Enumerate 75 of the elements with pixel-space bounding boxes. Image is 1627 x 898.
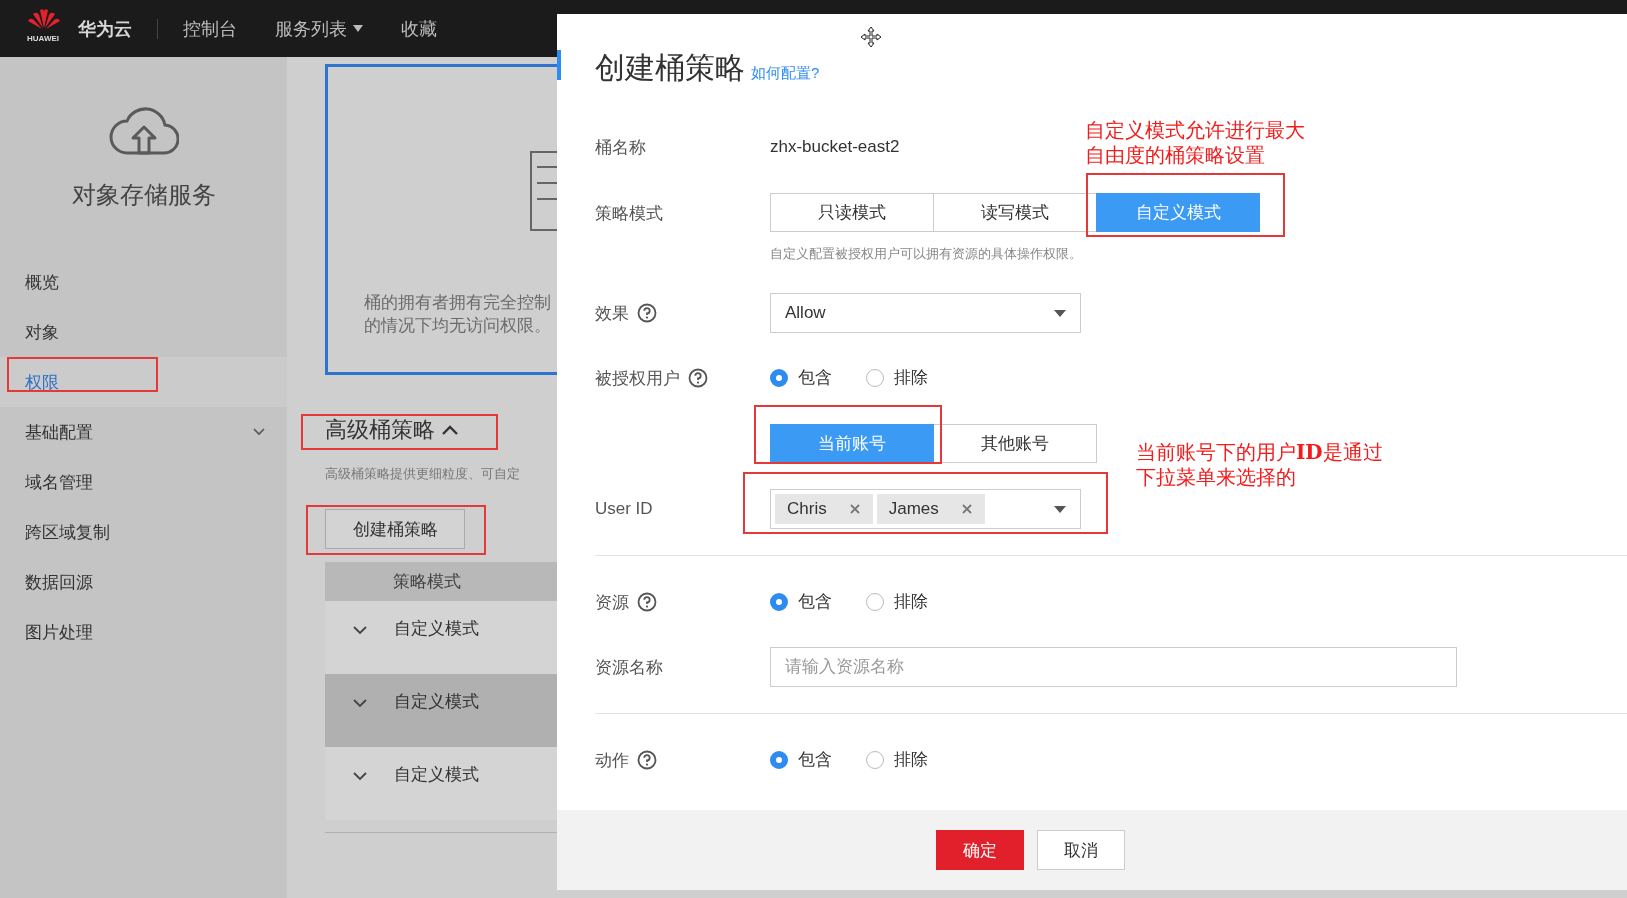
document-icon <box>529 151 557 231</box>
dialog-title: 创建桶策略 <box>595 50 745 86</box>
radio-button[interactable] <box>770 368 788 387</box>
sidebar-item[interactable]: 跨区域复制 <box>0 507 287 557</box>
radio-label: 排除 <box>894 749 928 771</box>
section-toggle[interactable]: 高级桶策略 <box>325 415 459 445</box>
create-policy-button[interactable]: 创建桶策略 <box>325 509 465 549</box>
table-cell-text: 自定义模式 <box>394 764 479 786</box>
sidebar-item[interactable]: 域名管理 <box>0 457 287 507</box>
dropdown-caret-icon <box>1054 309 1066 317</box>
bucket-name: zhx-bucket-east2 <box>770 137 900 156</box>
field-label: 策略模式 <box>595 202 663 225</box>
table-row[interactable]: 自定义模式 <box>325 601 557 674</box>
mode-tab[interactable]: 其他账号 <box>933 424 1097 463</box>
radio-label: 包含 <box>798 367 832 389</box>
radio-button[interactable] <box>770 750 788 769</box>
table-row[interactable]: 自定义模式 <box>325 747 557 820</box>
dropdown-caret-icon <box>1054 505 1066 513</box>
sidebar-item[interactable]: 概览 <box>0 257 287 307</box>
table-cell-text: 自定义模式 <box>394 618 479 640</box>
sidebar-item[interactable]: 图片处理 <box>0 607 287 657</box>
confirm-button[interactable]: 确定 <box>936 830 1024 870</box>
expand-chevron-icon[interactable] <box>353 772 367 781</box>
field-label: 桶名称 <box>595 136 646 159</box>
table-cell-text: 自定义模式 <box>394 691 479 713</box>
help-icon[interactable] <box>637 303 657 323</box>
field-label: User ID <box>595 499 653 519</box>
nav-link[interactable]: 服务列表 <box>275 16 363 41</box>
radio-label: 排除 <box>894 367 928 389</box>
logo-icon[interactable] <box>27 8 61 30</box>
annotation-text: 当前账号下的用户ID是通过 下拉菜单来选择的 <box>1136 440 1383 490</box>
move-cursor-icon <box>860 26 882 48</box>
cancel-button[interactable]: 取消 <box>1037 830 1125 870</box>
chevron-down-icon <box>253 428 265 436</box>
resource-name-field[interactable]: 请输入资源名称 <box>770 647 1457 687</box>
field-label: 效果 <box>595 302 629 325</box>
tag-label: Chris <box>787 499 827 519</box>
column-header: 策略模式 <box>393 571 461 593</box>
field-label: 资源名称 <box>595 656 663 679</box>
expand-chevron-icon[interactable] <box>353 626 367 635</box>
remove-icon[interactable] <box>960 503 973 515</box>
annotation-text: 自定义模式允许进行最大 自由度的桶策略设置 <box>1085 118 1305 168</box>
mode-tab[interactable]: 只读模式 <box>770 193 934 232</box>
section-description: 高级桶策略提供更细粒度、可自定 <box>325 465 521 483</box>
brand-name[interactable]: 华为云 <box>78 16 132 41</box>
nav-link[interactable]: 收藏 <box>401 16 437 41</box>
help-icon[interactable] <box>688 368 708 388</box>
radio-button[interactable] <box>770 592 788 611</box>
nav-link[interactable]: 控制台 <box>183 16 237 41</box>
user-id-select[interactable]: Chris James <box>770 489 1081 529</box>
hint-text: 自定义配置被授权用户可以拥有资源的具体操作权限。 <box>770 245 1083 263</box>
help-link[interactable]: 如何配置? <box>751 64 820 83</box>
radio-label: 包含 <box>798 749 832 771</box>
sidebar-item[interactable]: 数据回源 <box>0 557 287 607</box>
sidebar-item[interactable]: 对象 <box>0 307 287 357</box>
field-label: 资源 <box>595 591 629 614</box>
radio-label: 排除 <box>894 591 928 613</box>
radio-label: 包含 <box>798 591 832 613</box>
effect-select[interactable]: Allow <box>770 293 1081 333</box>
sidebar-item[interactable]: 基础配置 <box>0 407 287 457</box>
remove-icon[interactable] <box>848 503 861 515</box>
expand-chevron-icon[interactable] <box>353 699 367 708</box>
help-icon[interactable] <box>637 750 657 770</box>
help-icon[interactable] <box>637 592 657 612</box>
cloud-upload-icon <box>108 105 179 157</box>
card-description: 的情况下均无访问权限。 <box>364 315 551 337</box>
logo-text: HUAWEI <box>27 34 59 43</box>
mode-tab[interactable]: 读写模式 <box>933 193 1097 232</box>
table-row[interactable]: 自定义模式 <box>325 674 557 747</box>
tag-label: James <box>888 499 939 519</box>
card-description: 桶的拥有者拥有完全控制 <box>364 292 551 314</box>
caret-icon <box>353 25 363 32</box>
service-title: 对象存储服务 <box>70 180 217 210</box>
field-label: 动作 <box>595 749 629 772</box>
field-label: 被授权用户 <box>595 367 680 390</box>
